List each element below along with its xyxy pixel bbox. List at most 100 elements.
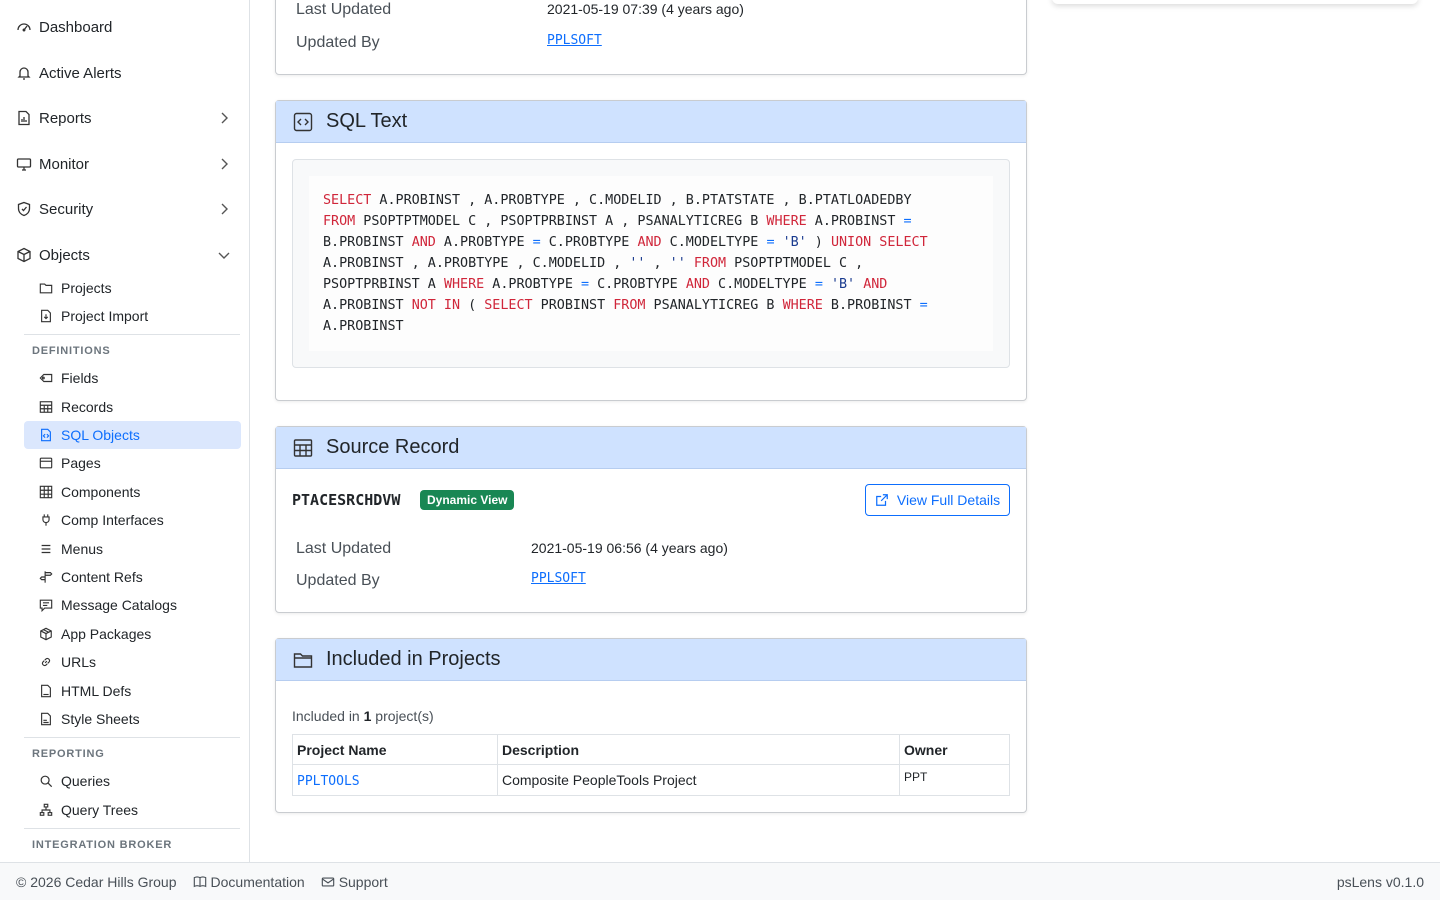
nav-active-alerts[interactable]: Active Alerts — [16, 53, 242, 93]
sidebar-item-sql-objects[interactable]: SQL Objects — [24, 421, 241, 449]
sidebar-item-queries[interactable]: Queries — [24, 767, 241, 795]
link-icon — [39, 655, 53, 669]
sidebar-item-app-packages[interactable]: App Packages — [24, 620, 241, 648]
last-updated-label: Last Updated — [296, 1, 392, 18]
tag-icon — [39, 371, 53, 385]
view-full-details-button[interactable]: View Full Details — [865, 484, 1010, 516]
updated-by-link[interactable]: PPLSOFT — [547, 33, 602, 48]
divider — [24, 737, 240, 738]
sidebar-item-label: Menus — [61, 541, 104, 557]
status-badge: Dynamic View — [420, 490, 515, 510]
book-icon — [193, 875, 207, 889]
nav-reports-label: Reports — [39, 109, 92, 127]
sidebar-item-menus[interactable]: Menus — [24, 535, 241, 563]
last-updated-value: 2021-05-19 07:39 (4 years ago) — [547, 1, 744, 17]
sql-text-title: SQL Text — [326, 110, 408, 132]
file-import-icon — [39, 309, 53, 323]
divider — [24, 334, 240, 335]
list-icon — [39, 542, 53, 556]
sidebar-item-label: Queries — [61, 773, 111, 789]
sidebar-item-components[interactable]: Components — [24, 478, 241, 506]
summary-prefix: Included in — [292, 708, 364, 724]
sidebar-item-label: Style Sheets — [61, 711, 140, 727]
envelope-icon — [321, 875, 335, 889]
footer: © 2026 Cedar Hills Group Documentation S… — [0, 862, 1440, 900]
sidebar-item-style-sheets[interactable]: Style Sheets — [24, 705, 241, 733]
project-name-cell: PPLTOOLS — [292, 764, 498, 796]
nav-monitor-label: Monitor — [39, 155, 90, 173]
sidebar-item-urls[interactable]: URLs — [24, 648, 241, 676]
projects-table: Project Name Description Owner PPLTOOLS … — [292, 734, 1010, 796]
divider — [24, 828, 240, 829]
sidebar-item-project-import[interactable]: Project Import — [24, 302, 241, 330]
updated-by-link[interactable]: PPLSOFT — [531, 571, 586, 586]
sidebar-item-label: Project Import — [61, 308, 149, 324]
box-icon — [16, 247, 32, 263]
diagram-icon — [39, 803, 53, 817]
table-row: PPLTOOLS Composite PeopleTools Project P… — [292, 764, 1010, 796]
sidebar-item-projects[interactable]: Projects — [24, 274, 241, 302]
plug-icon — [39, 513, 53, 527]
nav-reports[interactable]: Reports — [16, 98, 242, 138]
grid-icon — [39, 485, 53, 499]
details-card: Last Updated 2021-05-19 07:39 (4 years a… — [275, 0, 1027, 75]
sidebar-item-label: Message Catalogs — [61, 597, 177, 613]
sidebar-item-label: Records — [61, 399, 114, 415]
updated-by-label: Updated By — [296, 572, 380, 589]
nav-dashboard[interactable]: Dashboard — [16, 7, 242, 47]
project-owner-cell: PPT — [899, 764, 1010, 796]
display-icon — [16, 156, 32, 172]
sidebar-item-pages[interactable]: Pages — [24, 449, 241, 477]
folder-icon — [39, 281, 53, 295]
chevron-right-icon — [216, 110, 232, 126]
table-icon — [39, 400, 53, 414]
footer-support-link[interactable]: Support — [321, 874, 388, 890]
nav-dashboard-label: Dashboard — [39, 18, 113, 36]
package-icon — [39, 627, 53, 641]
chevron-right-icon — [216, 156, 232, 172]
sql-text-card: SQL Text SELECT A.PROBINST , A.PROBTYPE … — [275, 100, 1027, 401]
nav-security[interactable]: Security — [16, 189, 242, 229]
chat-text-icon — [39, 598, 53, 612]
sidebar-item-message-catalogs[interactable]: Message Catalogs — [24, 591, 241, 619]
nav-monitor[interactable]: Monitor — [16, 144, 242, 184]
sidebar-item-query-trees[interactable]: Query Trees — [24, 796, 241, 824]
file-code-icon — [39, 428, 53, 442]
sidebar-item-label: SQL Objects — [61, 427, 140, 443]
sidebar-item-records[interactable]: Records — [24, 393, 241, 421]
included-projects-card: Included in Projects Included in 1 proje… — [275, 638, 1027, 813]
included-projects-header: Included in Projects — [276, 639, 1026, 681]
section-label-integration-broker: INTEGRATION BROKER — [32, 839, 173, 851]
last-updated-label: Last Updated — [296, 540, 392, 557]
nav-objects[interactable]: Objects — [16, 235, 242, 275]
footer-support-label: Support — [338, 873, 388, 890]
nav-security-label: Security — [39, 200, 94, 218]
source-record-header: Source Record — [276, 427, 1026, 469]
signpost-icon — [39, 570, 53, 584]
project-description-cell: Composite PeopleTools Project — [497, 764, 900, 796]
floating-panel — [1052, 0, 1418, 4]
sidebar-item-label: Components — [61, 484, 141, 500]
project-link[interactable]: PPLTOOLS — [297, 774, 360, 789]
sidebar-item-fields[interactable]: Fields — [24, 364, 241, 392]
column-header-project-name: Project Name — [292, 734, 498, 765]
footer-documentation-label: Documentation — [210, 873, 305, 890]
section-label-definitions: DEFINITIONS — [32, 345, 111, 357]
code-icon — [292, 111, 314, 133]
sidebar-item-html-defs[interactable]: HTML Defs — [24, 677, 241, 705]
speedometer-icon — [16, 19, 32, 35]
sidebar-item-label: Content Refs — [61, 569, 143, 585]
sidebar-item-content-refs[interactable]: Content Refs — [24, 563, 241, 591]
updated-by-label: Updated By — [296, 34, 380, 51]
shield-icon — [16, 201, 32, 217]
sql-text-header: SQL Text — [276, 101, 1026, 143]
sidebar-item-label: URLs — [61, 654, 97, 670]
footer-documentation-link[interactable]: Documentation — [193, 874, 305, 890]
column-header-description: Description — [497, 734, 900, 765]
table-header-row: Project Name Description Owner — [292, 734, 1010, 765]
folder-icon — [292, 649, 314, 671]
sidebar-item-comp-interfaces[interactable]: Comp Interfaces — [24, 506, 241, 534]
file-css-icon — [39, 712, 53, 726]
sidebar-item-label: Pages — [61, 455, 101, 471]
footer-copyright: © 2026 Cedar Hills Group — [16, 873, 177, 890]
